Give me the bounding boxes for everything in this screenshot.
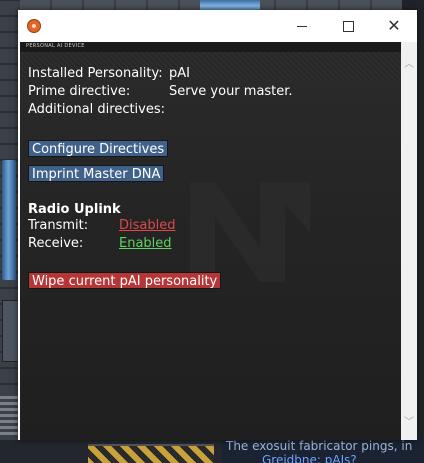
title-bar[interactable]: ✕ <box>18 10 417 42</box>
radio-uplink-title: Radio Uplink <box>28 202 121 217</box>
app-icon <box>27 19 41 33</box>
personality-label: Installed Personality: <box>28 66 163 81</box>
transmit-toggle[interactable]: Disabled <box>119 218 175 233</box>
chat-message: The exosuit fabricator pings, in <box>226 439 413 453</box>
maximize-icon <box>342 20 354 32</box>
chat-message[interactable]: Greidbne: pAIs? <box>262 453 357 463</box>
panel-header: PERSONAL AI DEVICE <box>20 42 401 52</box>
maximize-button[interactable] <box>325 10 371 42</box>
chat-panel: The exosuit fabricator pings, in Greidbn… <box>222 438 424 463</box>
configure-directives-button[interactable]: Configure Directives <box>28 140 169 157</box>
pai-window: ✕ PERSONAL AI DEVICE Installed Personali… <box>18 10 417 440</box>
chevron-down-icon[interactable]: ﹀ <box>401 412 417 428</box>
wipe-personality-button[interactable]: Wipe current pAI personality <box>28 272 222 289</box>
prime-directive-label: Prime directive: <box>28 84 131 99</box>
close-button[interactable]: ✕ <box>371 10 417 42</box>
pai-panel: PERSONAL AI DEVICE Installed Personality… <box>20 42 401 440</box>
game-pipe <box>2 160 16 280</box>
receive-toggle[interactable]: Enabled <box>119 236 172 251</box>
chevron-up-icon[interactable]: ︿ <box>401 54 417 70</box>
minimize-button[interactable] <box>279 10 325 42</box>
prime-directive-value: Serve your master. <box>169 84 293 99</box>
close-icon: ✕ <box>387 16 401 35</box>
receive-label: Receive: <box>28 236 84 251</box>
transmit-label: Transmit: <box>28 218 89 233</box>
additional-directives-label: Additional directives: <box>28 102 166 117</box>
vertical-scrollbar[interactable]: ︿ ﹀ <box>401 42 417 440</box>
panel-header-title: PERSONAL AI DEVICE <box>26 43 85 49</box>
imprint-master-dna-button[interactable]: Imprint Master DNA <box>28 165 165 182</box>
minimize-icon <box>297 25 307 27</box>
personality-value: pAI <box>169 66 190 81</box>
hazard-stripes <box>88 444 214 463</box>
game-vent <box>0 395 18 435</box>
